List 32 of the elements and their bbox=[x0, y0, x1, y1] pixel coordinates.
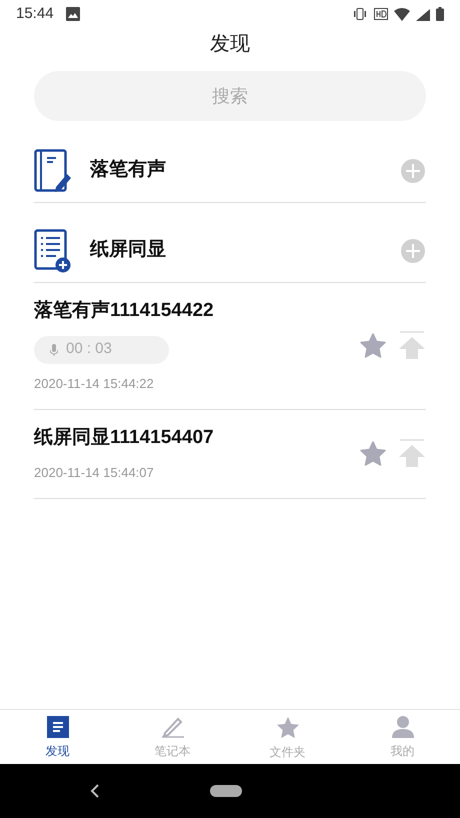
action-label[interactable]: 纸屏同显 bbox=[90, 236, 166, 265]
star-icon[interactable] bbox=[360, 440, 386, 466]
upload-icon[interactable] bbox=[398, 331, 426, 359]
home-handle[interactable] bbox=[210, 785, 242, 797]
add-icon[interactable] bbox=[400, 238, 426, 264]
microphone-icon bbox=[50, 344, 58, 356]
action-label[interactable]: 落笔有声 bbox=[90, 156, 166, 185]
hd-icon bbox=[374, 8, 388, 20]
note-title[interactable]: 纸屏同显1114154407 bbox=[34, 424, 360, 452]
pencil-icon bbox=[160, 716, 184, 738]
note-title[interactable]: 落笔有声1114154422 bbox=[34, 297, 360, 326]
upload-icon[interactable] bbox=[398, 439, 426, 467]
signal-icon bbox=[416, 7, 430, 21]
vibrate-icon bbox=[352, 8, 368, 20]
wifi-icon bbox=[394, 8, 410, 20]
add-icon[interactable] bbox=[400, 158, 426, 184]
note-date: 2020-11-14 15:44:07 bbox=[34, 464, 155, 482]
star-icon bbox=[276, 716, 300, 739]
battery-icon bbox=[436, 7, 444, 21]
document-icon bbox=[46, 716, 68, 738]
note-date: 2020-11-14 15:44:22 bbox=[34, 374, 155, 392]
person-icon bbox=[392, 716, 414, 738]
image-icon bbox=[66, 7, 80, 21]
search-field[interactable]: 搜索 bbox=[34, 71, 426, 121]
nav-tab[interactable]: 发现 bbox=[0, 710, 115, 764]
page-title: 发现 bbox=[210, 32, 250, 57]
notebook-pen-icon bbox=[34, 148, 72, 192]
audio-duration: 00 : 03 bbox=[66, 339, 112, 360]
star-icon[interactable] bbox=[360, 332, 386, 358]
back-icon[interactable] bbox=[90, 784, 100, 798]
list-add-icon bbox=[34, 228, 72, 272]
status-time: 15:44 bbox=[16, 4, 54, 24]
